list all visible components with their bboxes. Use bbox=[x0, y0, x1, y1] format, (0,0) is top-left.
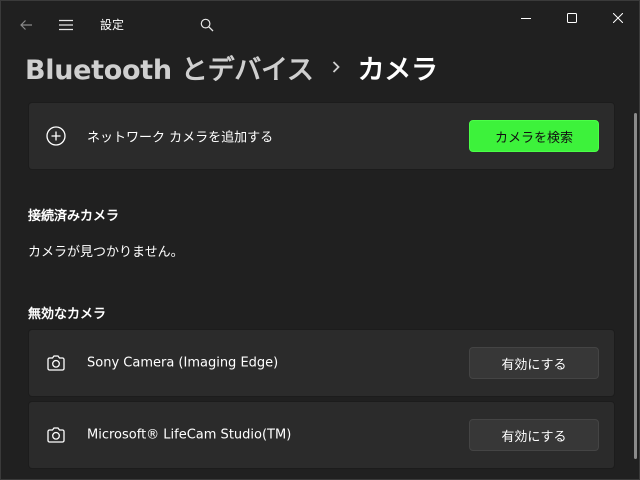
camera-name: Microsoft® LifeCam Studio(TM) bbox=[87, 427, 292, 443]
maximize-icon bbox=[567, 13, 577, 23]
camera-icon bbox=[47, 427, 65, 443]
breadcrumb: Bluetooth とデバイス カメラ bbox=[25, 47, 438, 87]
camera-icon bbox=[47, 355, 65, 371]
disabled-cameras-heading: 無効なカメラ bbox=[28, 307, 107, 322]
breadcrumb-chevron-icon bbox=[314, 59, 358, 75]
enable-camera-button[interactable]: 有効にする bbox=[469, 347, 599, 379]
back-button[interactable] bbox=[10, 9, 42, 41]
title-bar: 設定 bbox=[1, 1, 639, 49]
connected-cameras-heading: 接続済みカメラ bbox=[28, 209, 120, 224]
hamburger-menu-icon bbox=[59, 19, 73, 31]
navigation-menu-button[interactable] bbox=[50, 9, 82, 41]
minimize-button[interactable] bbox=[503, 1, 549, 35]
maximize-button[interactable] bbox=[549, 1, 595, 35]
vertical-scrollbar[interactable] bbox=[634, 113, 637, 459]
plus-circle-icon bbox=[46, 126, 66, 146]
search-button[interactable] bbox=[191, 9, 223, 41]
disabled-camera-item: Sony Camera (Imaging Edge) 有効にする bbox=[28, 329, 615, 397]
breadcrumb-parent-link[interactable]: Bluetooth とデバイス bbox=[25, 48, 314, 87]
disabled-camera-item: Microsoft® LifeCam Studio(TM) 有効にする bbox=[28, 401, 615, 469]
settings-window: 設定 Bluetooth とデバイス カメラ ネットワーク カメラを追加する カ… bbox=[0, 0, 640, 480]
enable-camera-button[interactable]: 有効にする bbox=[469, 419, 599, 451]
minimize-icon bbox=[521, 18, 531, 19]
camera-name: Sony Camera (Imaging Edge) bbox=[87, 355, 279, 371]
search-cameras-button[interactable]: カメラを検索 bbox=[469, 120, 599, 152]
add-network-camera-label: ネットワーク カメラを追加する bbox=[87, 130, 274, 146]
back-arrow-icon bbox=[20, 20, 32, 30]
no-cameras-message: カメラが見つかりません。 bbox=[28, 245, 184, 260]
close-icon bbox=[613, 13, 623, 23]
search-icon bbox=[200, 18, 214, 32]
page-title: カメラ bbox=[357, 54, 438, 86]
add-network-camera-card: ネットワーク カメラを追加する カメラを検索 bbox=[28, 102, 615, 170]
window-title: 設定 bbox=[100, 18, 125, 32]
close-button[interactable] bbox=[595, 1, 639, 35]
